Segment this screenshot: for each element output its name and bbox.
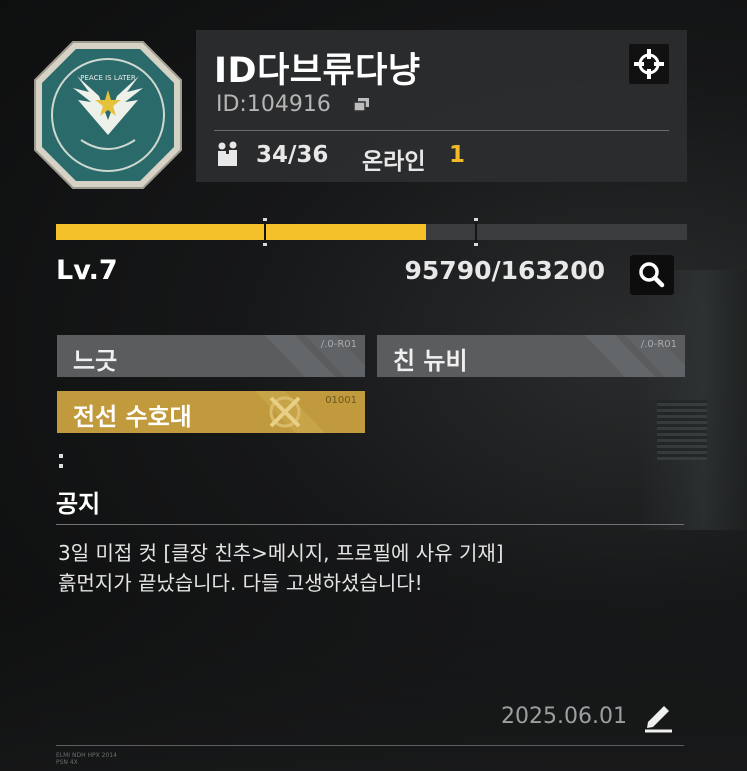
guild-tag-label: 느긋 [73, 347, 118, 375]
copy-icon[interactable] [353, 96, 371, 114]
header-divider [214, 130, 669, 131]
pencil-icon[interactable] [640, 698, 676, 734]
xp-segment-divider [474, 218, 478, 246]
xp-progress-bar [56, 218, 687, 246]
footer-line: PSN 4X [56, 759, 78, 766]
guild-badge-emblem: PEACE IS LATER [34, 41, 182, 189]
xp-value: 95790/163200 [404, 256, 605, 285]
members-count: 34/36 [256, 142, 329, 168]
guild-tag: 친 뉴비 /.0-R01 [377, 335, 685, 377]
guild-tag-code: /.0-R01 [320, 339, 357, 350]
guild-tag-label: 전선 수호대 [73, 403, 192, 431]
background-monitor [657, 400, 707, 460]
guild-id: ID:104916 [216, 92, 331, 117]
notice-body: 3일 미접 컷 [클장 친추>메시지, 프로필에 사유 기재] 흙먼지가 끝났습… [58, 538, 678, 598]
guild-tag-code: 01001 [325, 395, 357, 406]
footer-line: ELMI NDH HPX 2014 [56, 752, 117, 759]
search-icon[interactable] [630, 255, 674, 295]
guild-tag-code: /.0-R01 [640, 339, 677, 350]
xp-progress-fill [56, 224, 427, 240]
notice-line: 3일 미접 컷 [클장 친추>메시지, 프로필에 사유 기재] [58, 541, 504, 565]
badge-text: PEACE IS LATER [80, 74, 136, 82]
decorative-dots [59, 454, 63, 468]
xp-segment-divider [263, 218, 267, 246]
notice-date: 2025.06.01 [501, 704, 627, 729]
online-label: 온라인 [362, 149, 426, 175]
footer-code: ELMI NDH HPX 2014 PSN 4X [56, 752, 117, 766]
online-count: 1 [449, 142, 466, 168]
notice-title: 공지 [56, 490, 101, 518]
bottom-divider [56, 745, 684, 746]
crosshair-icon[interactable] [629, 44, 669, 84]
guild-tag-frontline-guardian: 전선 수호대 01001 [57, 391, 365, 433]
members-icon [218, 141, 237, 166]
notice-line: 흙먼지가 끝났습니다. 다들 고생하셨습니다! [58, 571, 423, 595]
level-label: Lv.7 [56, 255, 118, 286]
background-decoration [637, 270, 747, 530]
notice-divider [56, 524, 684, 525]
guild-tag: 느긋 /.0-R01 [57, 335, 365, 377]
guild-tag-label: 친 뉴비 [393, 347, 468, 375]
guild-name: ID다브류다냥 [214, 51, 421, 91]
guild-info-panel: ID다브류다냥 ID:104916 34/36 온라인 1 [196, 30, 687, 182]
